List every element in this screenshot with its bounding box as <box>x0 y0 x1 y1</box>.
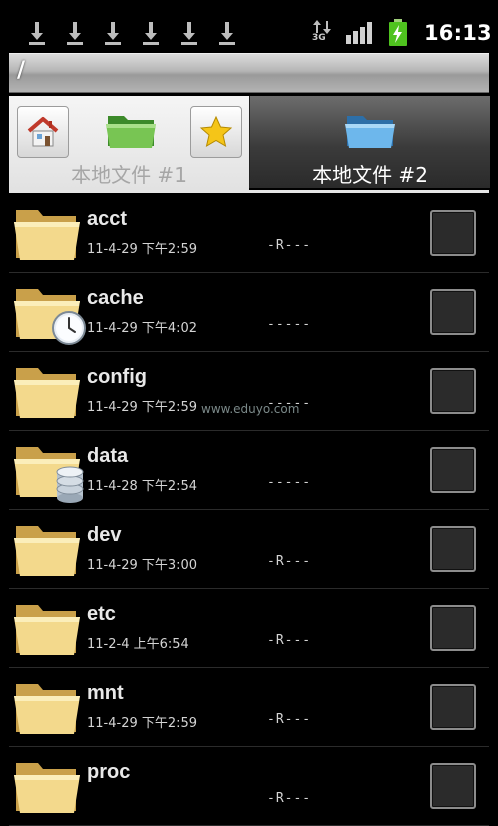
file-name: config <box>87 366 147 388</box>
download-icon <box>180 20 198 46</box>
file-permissions: -R--- <box>267 791 312 806</box>
file-date: 11-2-4 上午6:54 <box>87 637 189 652</box>
file-name: etc <box>87 603 116 625</box>
select-checkbox[interactable] <box>430 210 476 256</box>
list-item[interactable]: etc 11-2-4 上午6:54 -R--- <box>9 588 489 668</box>
file-permissions: -R--- <box>267 554 312 569</box>
select-checkbox[interactable] <box>430 684 476 730</box>
home-icon <box>27 117 59 147</box>
list-item[interactable]: config 11-4-29 下午2:59 ----- <box>9 351 489 431</box>
status-clock: 16:13 <box>424 21 492 45</box>
download-icon <box>142 20 160 46</box>
network-3g-icon: 3G <box>312 20 332 48</box>
file-permissions: -R--- <box>267 238 312 253</box>
download-icon <box>218 20 236 46</box>
tab-local-files-1[interactable]: 本地文件 #1 <box>9 96 249 193</box>
download-icon <box>28 20 46 46</box>
status-bar: 3G 16:13 <box>4 0 494 52</box>
file-list: acct 11-4-29 下午2:59 -R--- cache 11-4-29 … <box>9 193 489 826</box>
list-item[interactable]: proc -R--- <box>9 746 489 826</box>
file-date: 11-4-29 下午2:59 <box>87 242 198 257</box>
download-icon <box>66 20 84 46</box>
folder-icon <box>14 368 80 418</box>
file-date: 11-4-29 下午4:02 <box>87 321 198 336</box>
folder-icon <box>14 605 80 655</box>
folder-green-icon <box>106 116 156 148</box>
folder-icon <box>14 526 80 576</box>
tab-label: 本地文件 #1 <box>71 163 187 187</box>
file-permissions: ----- <box>267 475 312 490</box>
download-icon <box>104 20 122 46</box>
network-type-label: 3G <box>312 33 326 43</box>
list-item[interactable]: mnt 11-4-29 下午2:59 -R--- <box>9 667 489 747</box>
file-name: proc <box>87 761 131 783</box>
file-date: 11-4-29 下午3:00 <box>87 558 198 573</box>
file-manager-screen: 3G 16:13 / 本地文件 #1 本地文件 #2 acct 11-4-29 … <box>4 0 494 826</box>
file-name: dev <box>87 524 122 546</box>
list-item[interactable]: dev 11-4-29 下午3:00 -R--- <box>9 509 489 589</box>
select-checkbox[interactable] <box>430 605 476 651</box>
select-checkbox[interactable] <box>430 763 476 809</box>
clock-icon <box>52 311 86 345</box>
database-icon <box>56 466 84 503</box>
tab-label: 本地文件 #2 <box>312 163 428 187</box>
bookmarks-button[interactable] <box>190 106 242 158</box>
list-item[interactable]: acct 11-4-29 下午2:59 -R--- <box>9 193 489 273</box>
current-path: / <box>17 58 26 83</box>
folder-icon <box>14 684 80 734</box>
list-item[interactable]: data 11-4-28 下午2:54 ----- <box>9 430 489 510</box>
select-checkbox[interactable] <box>430 368 476 414</box>
home-button[interactable] <box>17 106 69 158</box>
signal-strength-icon <box>346 22 374 44</box>
battery-charging-icon <box>388 19 408 47</box>
folder-blue-icon <box>345 116 395 148</box>
folder-icon <box>14 763 80 813</box>
file-permissions: ----- <box>267 317 312 332</box>
file-name: data <box>87 445 129 467</box>
tab-local-files-2[interactable]: 本地文件 #2 <box>249 96 490 188</box>
tab-bar: 本地文件 #1 本地文件 #2 <box>9 96 490 193</box>
path-bar[interactable]: / <box>9 53 489 93</box>
file-permissions: -R--- <box>267 712 312 727</box>
file-name: mnt <box>87 682 124 704</box>
file-date: 11-4-29 下午2:59 <box>87 400 198 415</box>
watermark-text: www.eduyo.com <box>201 402 300 416</box>
select-checkbox[interactable] <box>430 289 476 335</box>
select-checkbox[interactable] <box>430 526 476 572</box>
file-name: cache <box>87 287 144 309</box>
folder-icon <box>14 210 80 260</box>
file-date: 11-4-28 下午2:54 <box>87 479 198 494</box>
star-icon <box>199 115 233 148</box>
select-checkbox[interactable] <box>430 447 476 493</box>
file-date: 11-4-29 下午2:59 <box>87 716 198 731</box>
file-permissions: -R--- <box>267 633 312 648</box>
file-name: acct <box>87 208 128 230</box>
list-item[interactable]: cache 11-4-29 下午4:02 ----- <box>9 272 489 352</box>
